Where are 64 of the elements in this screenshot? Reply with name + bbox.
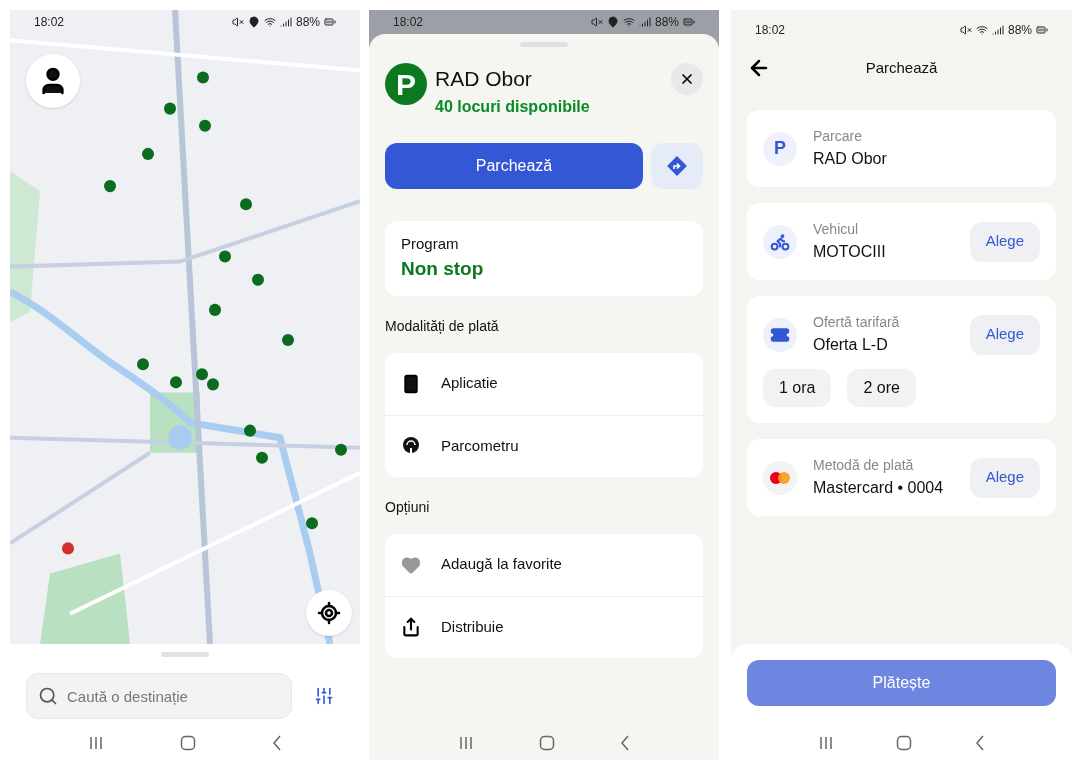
back-button[interactable]: [974, 735, 985, 751]
drag-handle[interactable]: [161, 652, 209, 657]
card-value: RAD Obor: [813, 149, 888, 169]
card-value: Mastercard • 0004: [813, 478, 945, 498]
list-item[interactable]: Adaugă la favorite: [385, 533, 703, 596]
card-logo-icon: [769, 470, 791, 485]
status-time: 18:02: [755, 22, 786, 39]
recents-button[interactable]: [457, 736, 474, 750]
home-button[interactable]: [180, 735, 196, 751]
list-item[interactable]: Parcometru: [385, 414, 703, 477]
screen-title: Parchează: [864, 57, 939, 78]
filter-icon: [314, 686, 334, 706]
locate-icon: [317, 601, 341, 625]
battery-icon: [324, 16, 336, 28]
close-icon: [679, 71, 695, 87]
park-button[interactable]: Parchează: [385, 142, 643, 189]
choose-button[interactable]: Alege: [969, 457, 1040, 498]
schedule-value: Non stop: [401, 257, 485, 281]
wifi-icon: [975, 24, 988, 36]
phone-icon: [401, 373, 421, 394]
mute-icon: [959, 24, 972, 36]
parking-icon: P: [763, 131, 797, 166]
section-title: Modalități de plată: [385, 316, 500, 336]
mute-icon: [590, 16, 603, 28]
card-value: Oferta L-D: [813, 335, 889, 355]
back-button[interactable]: [620, 735, 631, 751]
parking-title: RAD Obor: [435, 66, 533, 92]
status-time: 18:02: [393, 14, 424, 31]
choose-button[interactable]: Alege: [969, 221, 1040, 262]
card-label: Metodă de plată: [813, 456, 915, 475]
schedule-label: Program: [401, 233, 460, 254]
directions-button[interactable]: [651, 142, 703, 189]
card-label: Parcare: [813, 127, 864, 146]
search-field[interactable]: Caută o destinație: [26, 673, 292, 719]
duration-chip[interactable]: 1 ora: [763, 369, 832, 407]
home-button[interactable]: [539, 735, 555, 751]
battery-level: 88%: [295, 14, 320, 31]
card-label: Ofertă tarifară: [813, 313, 901, 332]
card-value: MOTOCIII: [813, 242, 887, 262]
battery-level: 88%: [654, 14, 679, 31]
home-button[interactable]: [896, 735, 913, 751]
card-label: Vehicul: [813, 220, 860, 239]
wifi-icon: [622, 16, 635, 28]
search-icon: [38, 686, 58, 706]
battery-icon: [1036, 24, 1048, 36]
section-title: Opțiuni: [385, 497, 431, 517]
parking-icon: P: [385, 63, 427, 105]
back-button[interactable]: [272, 735, 282, 751]
heart-icon: [401, 554, 421, 575]
status-time: 18:02: [34, 14, 65, 31]
list-item[interactable]: Aplicatie: [385, 352, 703, 415]
mute-icon: [231, 16, 244, 28]
list-item[interactable]: Distribuie: [385, 595, 703, 658]
recents-button[interactable]: [88, 736, 104, 750]
battery-level: 88%: [1007, 22, 1032, 39]
battery-icon: [683, 16, 695, 28]
duration-chip[interactable]: 2 ore: [847, 369, 916, 407]
recents-button[interactable]: [818, 736, 835, 750]
share-icon: [401, 617, 421, 637]
wifi-icon: [263, 16, 276, 28]
parking-meter-icon: [401, 436, 421, 456]
choose-button[interactable]: Alege: [969, 314, 1040, 355]
availability-text: 40 locuri disponibile: [435, 96, 591, 117]
close-button[interactable]: [671, 63, 703, 95]
